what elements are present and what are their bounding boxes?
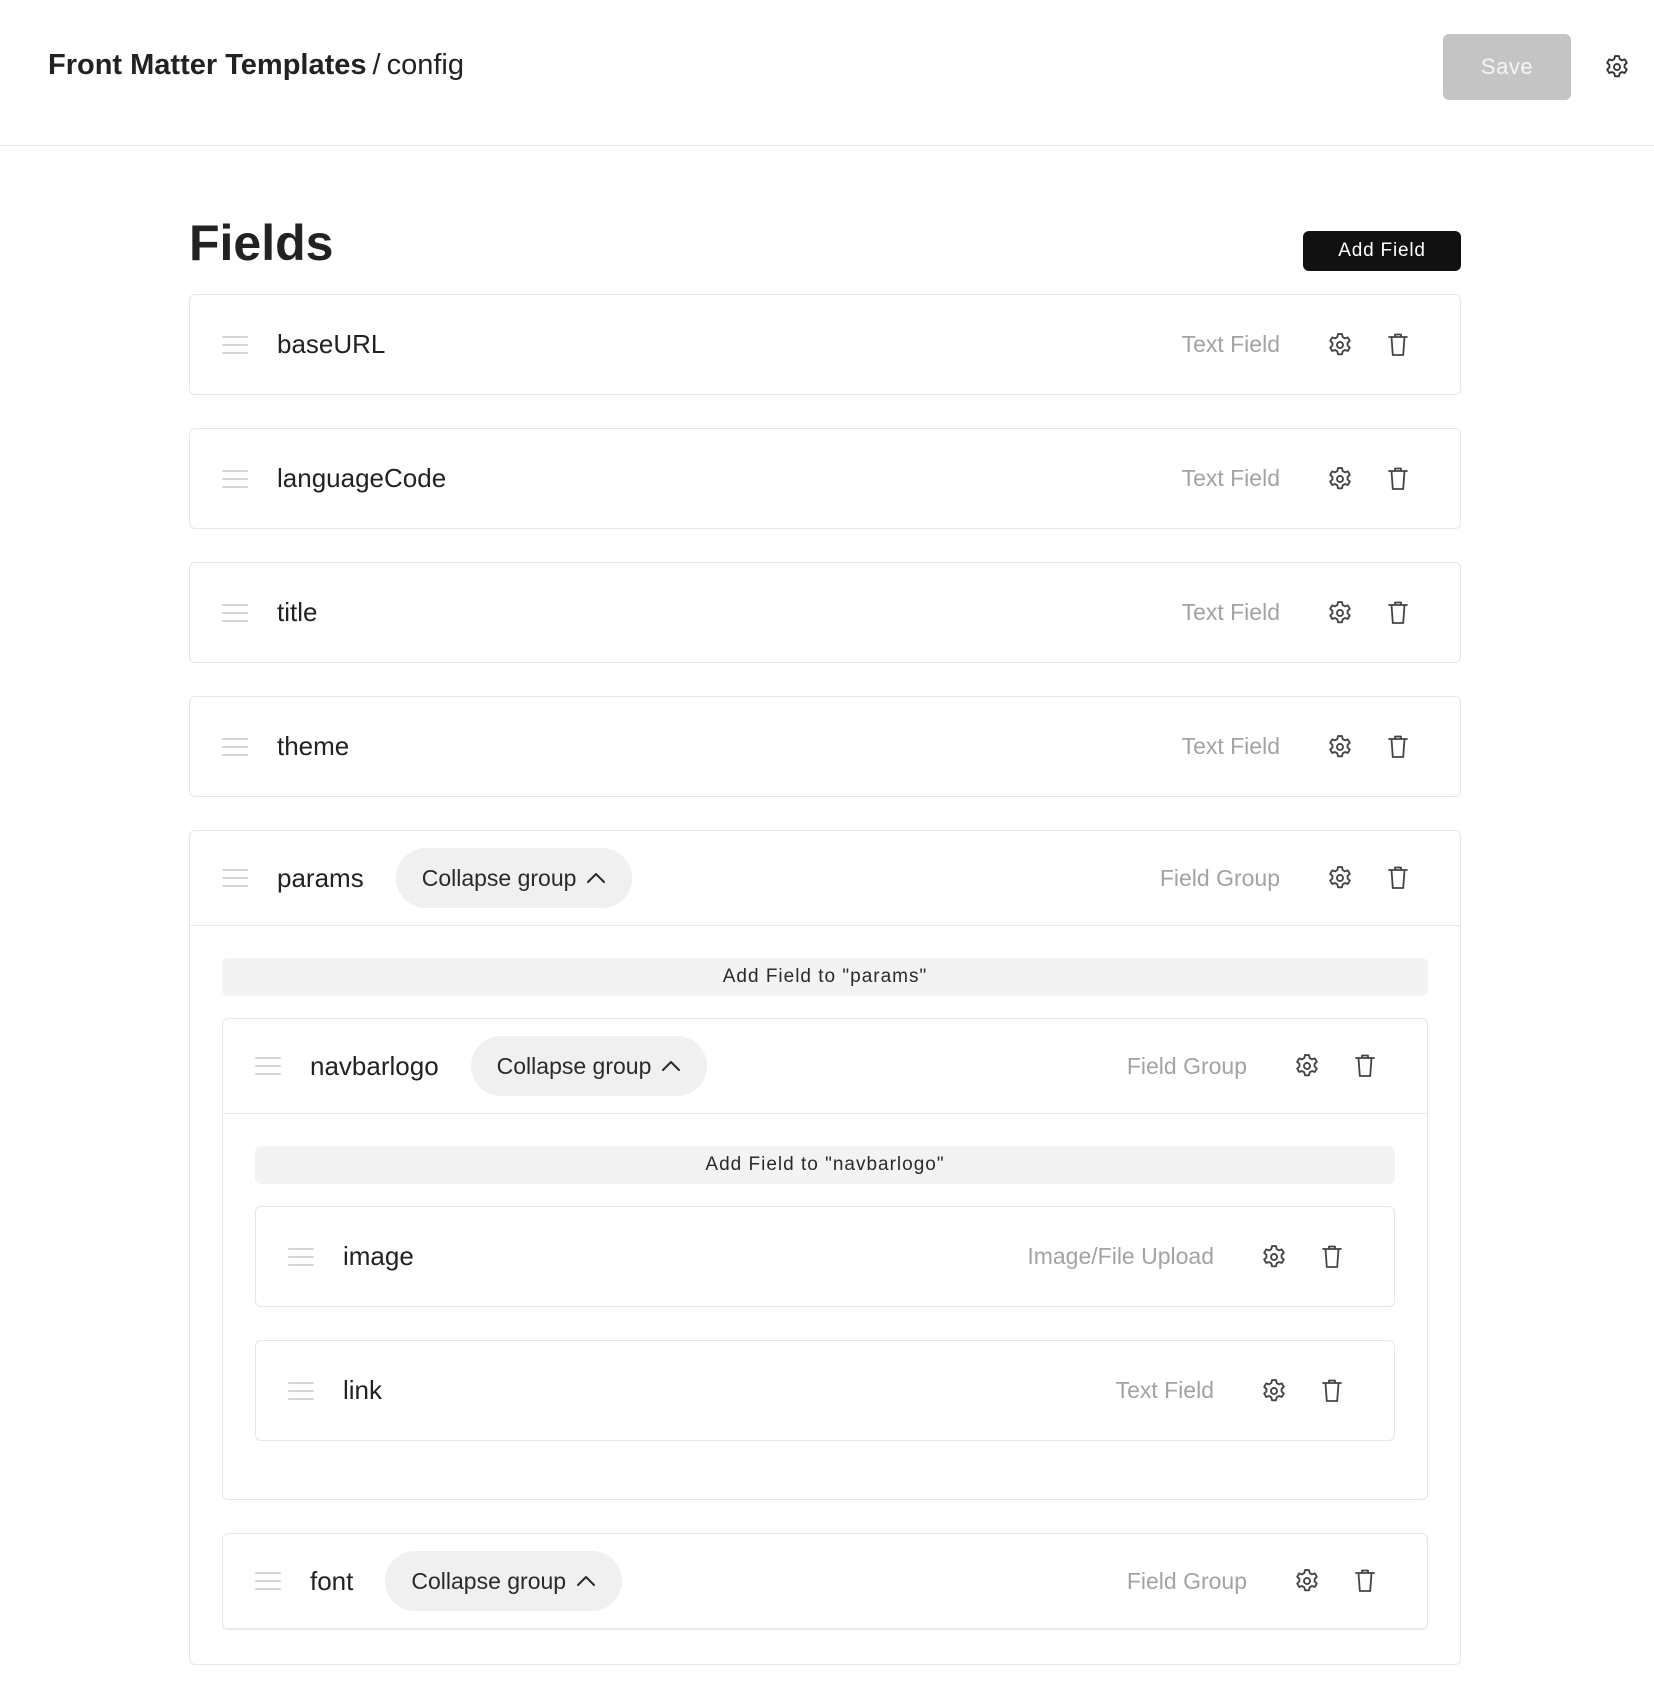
trash-icon[interactable] bbox=[1384, 864, 1412, 892]
drag-handle-icon[interactable] bbox=[288, 1247, 314, 1266]
drag-handle-icon[interactable] bbox=[255, 1057, 281, 1075]
field-card: theme Text Field bbox=[189, 696, 1461, 797]
trash-icon[interactable] bbox=[1384, 465, 1412, 493]
gear-icon[interactable] bbox=[1326, 864, 1354, 892]
field-card: link Text Field bbox=[255, 1340, 1395, 1441]
field-type-label: Field Group bbox=[1126, 1567, 1247, 1594]
drag-handle-icon[interactable] bbox=[288, 1381, 314, 1400]
page-title: Fields bbox=[189, 215, 334, 271]
collapse-group-label: Collapse group bbox=[496, 1052, 652, 1079]
add-field-to-group-button[interactable]: Add Field to "navbarlogo" bbox=[255, 1146, 1395, 1184]
field-group-params: params Collapse group Field Group Add Fi… bbox=[189, 830, 1461, 1665]
field-card: image Image/File Upload bbox=[255, 1206, 1395, 1307]
gear-icon[interactable] bbox=[1260, 1243, 1288, 1271]
gear-icon[interactable] bbox=[1326, 331, 1354, 359]
field-group-navbarlogo: navbarlogo Collapse group Field Group Ad… bbox=[222, 1018, 1428, 1500]
breadcrumb-current: config bbox=[386, 49, 464, 81]
field-type-label: Field Group bbox=[1159, 864, 1280, 891]
save-button[interactable]: Save bbox=[1443, 34, 1571, 100]
field-card: languageCode Text Field bbox=[189, 428, 1461, 529]
field-type-label: Field Group bbox=[1126, 1052, 1247, 1079]
field-type-label: Text Field bbox=[1181, 465, 1280, 491]
trash-icon[interactable] bbox=[1384, 733, 1412, 761]
gear-icon[interactable] bbox=[1293, 1052, 1321, 1080]
collapse-group-label: Collapse group bbox=[421, 864, 577, 891]
add-field-to-group-button[interactable]: Add Field to "params" bbox=[222, 958, 1428, 996]
trash-icon[interactable] bbox=[1384, 599, 1412, 627]
chevron-up-icon bbox=[661, 1060, 681, 1072]
field-name: navbarlogo bbox=[310, 1050, 439, 1081]
field-name: baseURL bbox=[277, 329, 386, 359]
trash-icon[interactable] bbox=[1384, 331, 1412, 359]
collapse-group-button[interactable]: Collapse group bbox=[385, 1551, 623, 1611]
field-name: languageCode bbox=[277, 463, 447, 493]
gear-icon[interactable] bbox=[1293, 1567, 1321, 1595]
fields-header: Fields Add Field bbox=[189, 210, 1461, 294]
drag-handle-icon[interactable] bbox=[222, 469, 248, 488]
trash-icon[interactable] bbox=[1318, 1377, 1346, 1405]
drag-handle-icon[interactable] bbox=[222, 335, 248, 354]
field-type-label: Text Field bbox=[1181, 331, 1280, 357]
breadcrumb: Front Matter Templates / config bbox=[48, 48, 464, 82]
breadcrumb-root[interactable]: Front Matter Templates bbox=[48, 49, 367, 81]
drag-handle-icon[interactable] bbox=[222, 737, 248, 756]
field-name: params bbox=[277, 862, 364, 893]
breadcrumb-separator: / bbox=[372, 49, 381, 81]
trash-icon[interactable] bbox=[1318, 1243, 1346, 1271]
gear-icon[interactable] bbox=[1260, 1377, 1288, 1405]
gear-icon[interactable] bbox=[1326, 465, 1354, 493]
gear-icon[interactable] bbox=[1601, 51, 1633, 83]
collapse-group-button[interactable]: Collapse group bbox=[395, 848, 633, 908]
trash-icon[interactable] bbox=[1351, 1052, 1379, 1080]
field-card: baseURL Text Field bbox=[189, 294, 1461, 395]
chevron-up-icon bbox=[586, 872, 606, 884]
field-name: title bbox=[277, 597, 318, 627]
field-group-font: font Collapse group Field Group bbox=[222, 1533, 1428, 1630]
field-name: link bbox=[343, 1375, 383, 1405]
drag-handle-icon[interactable] bbox=[255, 1572, 281, 1590]
gear-icon[interactable] bbox=[1326, 599, 1354, 627]
collapse-group-label: Collapse group bbox=[411, 1567, 567, 1594]
chevron-up-icon bbox=[576, 1575, 596, 1587]
field-card: title Text Field bbox=[189, 562, 1461, 663]
trash-icon[interactable] bbox=[1351, 1567, 1379, 1595]
add-field-button[interactable]: Add Field bbox=[1303, 231, 1461, 271]
collapse-group-button[interactable]: Collapse group bbox=[470, 1036, 708, 1096]
group-body: Add Field to "params" navbarlogo Collaps… bbox=[190, 926, 1460, 1664]
drag-handle-icon[interactable] bbox=[222, 603, 248, 622]
field-type-label: Image/File Upload bbox=[1027, 1243, 1214, 1269]
field-name: font bbox=[310, 1565, 354, 1596]
gear-icon[interactable] bbox=[1326, 733, 1354, 761]
group-body: Add Field to "navbarlogo" image Image/Fi… bbox=[223, 1114, 1427, 1499]
field-type-label: Text Field bbox=[1181, 599, 1280, 625]
field-name: theme bbox=[277, 731, 350, 761]
fields-panel: Fields Add Field baseURL Text Field lang… bbox=[189, 210, 1461, 1698]
top-bar: Front Matter Templates / config Save bbox=[0, 0, 1654, 146]
field-type-label: Text Field bbox=[1115, 1377, 1214, 1403]
field-name: image bbox=[343, 1241, 414, 1271]
drag-handle-icon[interactable] bbox=[222, 869, 248, 887]
field-type-label: Text Field bbox=[1181, 733, 1280, 759]
